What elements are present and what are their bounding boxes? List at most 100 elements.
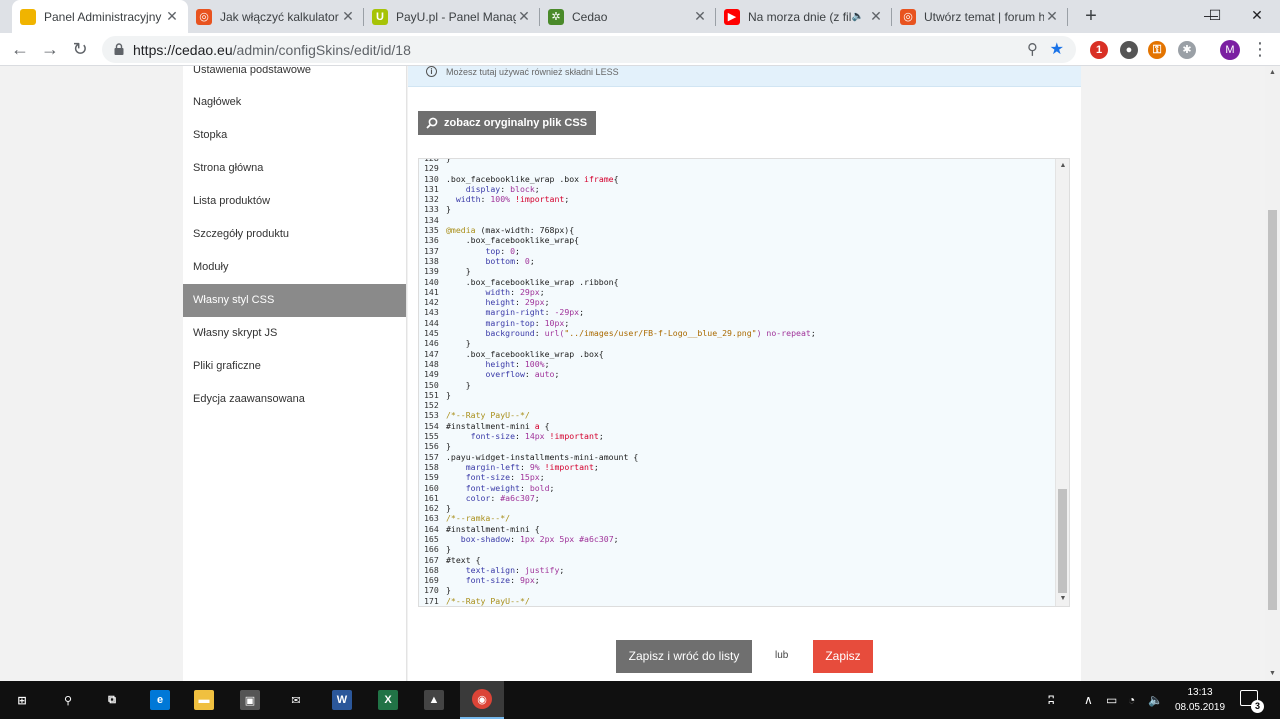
line-text[interactable]: }	[446, 544, 451, 554]
sidebar-item[interactable]: Moduły	[183, 251, 406, 284]
code-line[interactable]: 149 overflow: auto;	[424, 369, 816, 379]
start-button[interactable]: ⊞	[0, 681, 44, 719]
sidebar-item[interactable]: Edycja zaawansowana	[183, 383, 406, 416]
maximize-button[interactable]: ☐	[1192, 0, 1238, 30]
line-text[interactable]: font-size: 14px !important;	[446, 431, 604, 441]
view-original-css-button[interactable]: zobacz oryginalny plik CSS	[418, 111, 597, 135]
browser-tab[interactable]: ◎ Jak włączyć kalkulator r ✕	[188, 0, 364, 33]
code-line[interactable]: 152	[424, 400, 816, 410]
code-line[interactable]: 139 }	[424, 266, 816, 276]
editor-scroll-thumb[interactable]	[1058, 489, 1067, 593]
key-icon[interactable]: ⚿	[1148, 41, 1166, 59]
extension-icon-2[interactable]: ●	[1120, 41, 1138, 59]
code-line[interactable]: 141 width: 29px;	[424, 287, 816, 297]
line-text[interactable]: font-size: 15px;	[446, 472, 545, 482]
browser-tab[interactable]: ◎ Utwórz temat | forum h ✕	[892, 0, 1068, 33]
new-tab-button[interactable]: +	[1079, 5, 1103, 29]
line-text[interactable]: text-align: justify;	[446, 565, 565, 575]
sidebar-item[interactable]: Nagłówek	[183, 86, 406, 119]
zoom-icon[interactable]: ⚲	[1027, 40, 1038, 58]
word-icon[interactable]: W	[320, 681, 364, 719]
code-lines[interactable]: 128} 129 130 .box_facebooklike_wrap .box if…	[424, 159, 816, 606]
code-line[interactable]: 140 .box_facebooklike_wrap .ribbon{	[424, 277, 816, 287]
store-icon[interactable]: ▣	[228, 681, 272, 719]
page-scroll-down-icon[interactable]: ▼	[1265, 667, 1280, 681]
code-line[interactable]: 162}	[424, 503, 816, 513]
code-line[interactable]: 160 font-weight: bold;	[424, 483, 816, 493]
browser-tab[interactable]: ▶ Na morza dnie (z fil 🔈 ✕	[716, 0, 892, 33]
close-tab-icon[interactable]: ✕	[340, 8, 356, 25]
code-line[interactable]: 154 #installment-mini a {	[424, 421, 816, 431]
code-line[interactable]: 157 .payu-widget-installments-mini-amount…	[424, 452, 816, 462]
line-text[interactable]: color: #a6c307;	[446, 493, 540, 503]
battery-icon[interactable]: ▭	[1106, 693, 1117, 707]
browser-menu-icon[interactable]: ⋮	[1251, 39, 1269, 59]
code-line[interactable]: 135 @media (max-width: 768px){	[424, 225, 816, 235]
code-line[interactable]: 158 margin-left: 9% !important;	[424, 462, 816, 472]
address-bar[interactable]: https://cedao.eu/admin/configSkins/edit/…	[102, 36, 1076, 63]
code-line[interactable]: 168 text-align: justify;	[424, 565, 816, 575]
line-text[interactable]: }	[446, 204, 451, 214]
sidebar-item[interactable]: Pliki graficzne	[183, 350, 406, 383]
code-line[interactable]: 171 /*--Raty PayU--*/	[424, 596, 816, 606]
profile-avatar[interactable]: M	[1220, 40, 1240, 60]
mail-icon[interactable]: ✉	[274, 681, 318, 719]
css-code-editor[interactable]: 128} 129 130 .box_facebooklike_wrap .box if…	[418, 158, 1070, 607]
tab-audio-icon[interactable]: 🔈	[852, 11, 864, 22]
scroll-up-arrow-icon[interactable]: ▲	[1056, 159, 1069, 173]
line-text[interactable]: .box_facebooklike_wrap .ribbon{	[446, 277, 619, 287]
line-text[interactable]: background: url("../images/user/FB-f-Log…	[446, 328, 815, 338]
close-window-button[interactable]: ✕	[1234, 0, 1280, 30]
line-text[interactable]: overflow: auto;	[446, 369, 559, 379]
line-text[interactable]: /*--ramka--*/	[446, 513, 510, 523]
line-text[interactable]: }	[446, 441, 451, 451]
page-scrollbar[interactable]: ▲ ▼	[1265, 66, 1280, 681]
code-line[interactable]: 166}	[424, 544, 816, 554]
code-line[interactable]: 136 .box_facebooklike_wrap{	[424, 235, 816, 245]
scroll-down-arrow-icon[interactable]: ▼	[1056, 592, 1069, 606]
line-text[interactable]: margin-top: 10px;	[446, 318, 569, 328]
chrome-icon[interactable]: ◉	[460, 681, 504, 719]
sidebar-item[interactable]: Własny styl CSS	[183, 284, 406, 317]
lock-icon[interactable]	[114, 43, 124, 55]
code-line[interactable]: 133}	[424, 204, 816, 214]
code-line[interactable]: 129	[424, 163, 816, 173]
sidebar-item[interactable]: Własny skrypt JS	[183, 317, 406, 350]
page-scroll-thumb[interactable]	[1268, 210, 1277, 610]
code-line[interactable]: 132 width: 100% !important;	[424, 194, 816, 204]
browser-tab[interactable]: Panel Administracyjny - ✕	[12, 0, 188, 33]
line-text[interactable]: height: 29px;	[446, 297, 549, 307]
code-line[interactable]: 131 display: block;	[424, 184, 816, 194]
line-text[interactable]: }	[446, 338, 471, 348]
code-line[interactable]: 147 .box_facebooklike_wrap .box{	[424, 349, 816, 359]
puzzle-icon[interactable]: ✱	[1178, 41, 1196, 59]
save-button[interactable]: Zapisz	[813, 640, 873, 673]
line-text[interactable]: width: 29px;	[446, 287, 544, 297]
line-text[interactable]: }	[446, 390, 451, 400]
excel-icon[interactable]: X	[366, 681, 410, 719]
code-line[interactable]: 155 font-size: 14px !important;	[424, 431, 816, 441]
line-text[interactable]: /*--Raty PayU--*/	[446, 410, 530, 420]
edge-icon[interactable]: e	[138, 681, 182, 719]
code-line[interactable]: 150 }	[424, 380, 816, 390]
url-text[interactable]: https://cedao.eu/admin/configSkins/edit/…	[133, 42, 411, 58]
wifi-icon[interactable]: ◔	[1128, 693, 1135, 707]
reload-button[interactable]: ↻	[68, 37, 92, 61]
close-tab-icon[interactable]: ✕	[868, 8, 884, 25]
code-line[interactable]: 153 /*--Raty PayU--*/	[424, 410, 816, 420]
code-line[interactable]: 148 height: 100%;	[424, 359, 816, 369]
sidebar-item[interactable]: Strona główna	[183, 152, 406, 185]
forward-button[interactable]: →	[38, 37, 62, 61]
photos-icon[interactable]: ▲	[412, 681, 456, 719]
line-text[interactable]: .box_facebooklike_wrap{	[446, 235, 579, 245]
bookmark-star-icon[interactable]: ★	[1050, 39, 1064, 59]
code-line[interactable]: 138 bottom: 0;	[424, 256, 816, 266]
line-text[interactable]: .box_facebooklike_wrap .box iframe{	[446, 174, 619, 184]
sidebar-item[interactable]: Stopka	[183, 119, 406, 152]
code-line[interactable]: 165 box-shadow: 1px 2px 5px #a6c307;	[424, 534, 816, 544]
sidebar-item[interactable]: Ustawienia podstawowe	[183, 66, 406, 86]
file-explorer-icon[interactable]: ▬	[182, 681, 226, 719]
close-tab-icon[interactable]: ✕	[692, 8, 708, 25]
back-button[interactable]: ←	[8, 37, 32, 61]
line-text[interactable]: }	[446, 159, 451, 163]
